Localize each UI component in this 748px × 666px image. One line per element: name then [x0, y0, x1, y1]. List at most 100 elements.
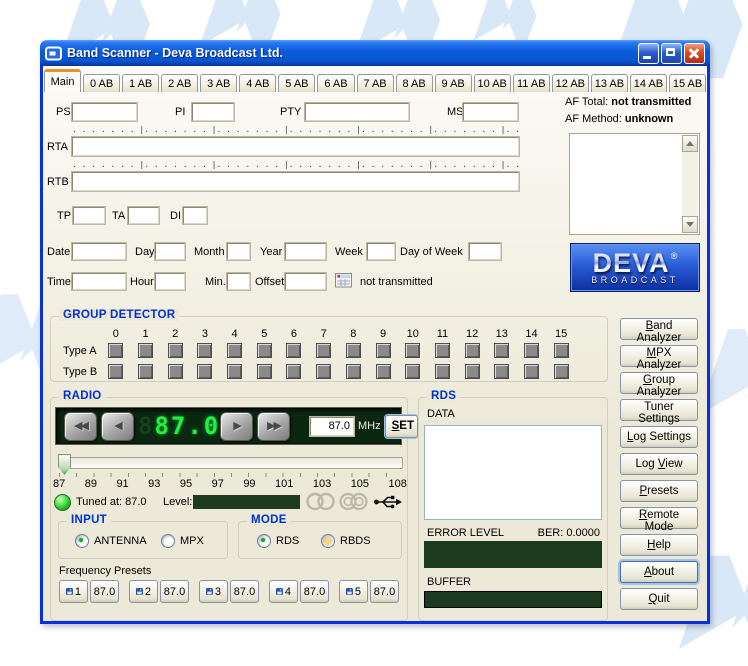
group-led [227, 364, 242, 379]
di-input[interactable] [183, 207, 207, 224]
type-a-label: Type A [63, 345, 97, 357]
offset-input[interactable] [285, 273, 326, 290]
side-button-panel: Band Analyzer MPX Analyzer Group Analyzer T… [620, 318, 698, 610]
side-panel-button[interactable]: Log View [620, 453, 698, 475]
mode-box: MODE RDS RBDS [238, 521, 402, 559]
scale-number: 97 [212, 478, 224, 490]
tab-strip: Main0 AB1 AB2 AB3 AB4 AB5 AB6 AB7 AB8 AB… [44, 72, 706, 92]
ms-input[interactable] [463, 103, 518, 121]
side-panel-button[interactable]: MPX Analyzer [620, 345, 698, 367]
preset-save-button[interactable]: 5 [339, 580, 368, 603]
side-panel-button[interactable]: Group Analyzer [620, 372, 698, 394]
ta-input[interactable] [128, 207, 159, 224]
titlebar[interactable]: Band Scanner - Deva Broadcast Ltd. [40, 40, 710, 66]
rbds-radio[interactable]: RBDS [321, 534, 371, 548]
preset-recall-button[interactable]: 87.0 [300, 580, 329, 603]
hour-input[interactable] [155, 273, 185, 290]
rds-radio[interactable]: RDS [257, 534, 299, 548]
level-bar [193, 495, 300, 509]
type-b-label: Type B [63, 366, 97, 378]
calendar-icon[interactable] [335, 272, 353, 288]
rta-label: RTA [47, 141, 68, 153]
rta-input[interactable] [72, 137, 519, 156]
radio-dot-icon [161, 534, 175, 548]
set-button[interactable]: SET [385, 415, 418, 438]
close-button[interactable] [684, 43, 705, 64]
buffer-bar [424, 591, 602, 608]
group-led [168, 364, 183, 379]
preset-recall-button[interactable]: 87.0 [230, 580, 259, 603]
rtb-label: RTB [47, 176, 69, 188]
group-led [524, 343, 539, 358]
maximize-button[interactable] [661, 43, 682, 64]
rtb-input[interactable] [72, 172, 519, 191]
tp-label: TP [57, 210, 71, 222]
ta-label: TA [112, 210, 125, 222]
month-input[interactable] [227, 243, 250, 260]
side-panel-button[interactable]: Presets [620, 480, 698, 502]
tuning-slider-thumb[interactable] [58, 454, 71, 475]
preset-recall-button[interactable]: 87.0 [90, 580, 119, 603]
preset-save-button[interactable]: 2 [129, 580, 158, 603]
preset-recall-button[interactable]: 87.0 [160, 580, 189, 603]
preset-save-button[interactable]: 3 [199, 580, 228, 603]
tuned-text: Tuned at: 87.0 [76, 496, 147, 508]
radio-dot-icon [321, 534, 335, 548]
pi-label: PI [175, 106, 185, 118]
seek-down-button[interactable]: ◀◀ [64, 412, 97, 441]
pi-input[interactable] [192, 103, 234, 121]
scroll-down-button[interactable] [682, 216, 698, 233]
af-listbox[interactable] [569, 133, 700, 235]
scroll-up-button[interactable] [682, 135, 698, 152]
step-up-button[interactable]: ▶ [220, 412, 253, 441]
rds-data-area[interactable] [424, 425, 602, 520]
scale-number: 103 [313, 478, 331, 490]
year-label: Year [260, 246, 282, 258]
af-method-line: AF Method: unknown [565, 113, 673, 125]
af-scrollbar[interactable] [682, 135, 698, 233]
preset-save-button[interactable]: 1 [59, 580, 88, 603]
antenna-radio[interactable]: ANTENNA [75, 534, 147, 548]
side-panel-button[interactable]: Quit [620, 588, 698, 610]
time-input[interactable] [72, 273, 126, 290]
day-of-week-input[interactable] [469, 243, 501, 260]
group-led [554, 364, 569, 379]
group-led [168, 343, 183, 358]
floppy-disk-icon [66, 585, 73, 598]
mhz-unit: MHz [358, 420, 381, 432]
group-column-headers: 0123456789101112131415 [101, 328, 576, 340]
preset-row: 187.0287.0387.0487.0587.0 [59, 580, 399, 603]
frequency-display: 887.0 [138, 412, 216, 440]
side-panel-button[interactable]: Band Analyzer [620, 318, 698, 340]
frequency-input[interactable] [310, 417, 354, 436]
seek-up-button[interactable]: ▶▶ [257, 412, 290, 441]
pty-input[interactable] [305, 103, 409, 121]
mpx-radio[interactable]: MPX [161, 534, 204, 548]
week-input[interactable] [367, 243, 395, 260]
date-input[interactable] [72, 243, 126, 260]
ber-value: BER: 0.0000 [538, 527, 600, 539]
ps-input[interactable] [72, 103, 137, 121]
side-panel-button[interactable]: Log Settings [620, 426, 698, 448]
tuning-slider-track[interactable] [59, 457, 403, 469]
group-led [197, 343, 212, 358]
year-input[interactable] [285, 243, 326, 260]
day-input[interactable] [155, 243, 185, 260]
tp-input[interactable] [73, 207, 105, 224]
step-down-button[interactable]: ◀ [101, 412, 134, 441]
radio-box: RADIO ◀◀ ◀ 887.0 ▶ ▶▶ MHz SET 8789919395… [50, 397, 408, 621]
minimize-button[interactable] [638, 43, 659, 64]
side-panel-button[interactable]: About [620, 561, 698, 583]
ps-label: PS [56, 106, 71, 118]
type-b-led-row [101, 364, 576, 379]
min-input[interactable] [227, 273, 250, 290]
side-panel-button[interactable]: Help [620, 534, 698, 556]
side-panel-button[interactable]: Tuner Settings [620, 399, 698, 421]
preset-recall-button[interactable]: 87.0 [370, 580, 399, 603]
error-level-label: ERROR LEVEL [427, 527, 504, 539]
side-panel-button[interactable]: Remote Mode [620, 507, 698, 529]
stereo-icon [338, 491, 370, 512]
preset-save-button[interactable]: 4 [269, 580, 298, 603]
tab[interactable]: Main [44, 69, 81, 92]
minimize-icon [643, 56, 651, 59]
